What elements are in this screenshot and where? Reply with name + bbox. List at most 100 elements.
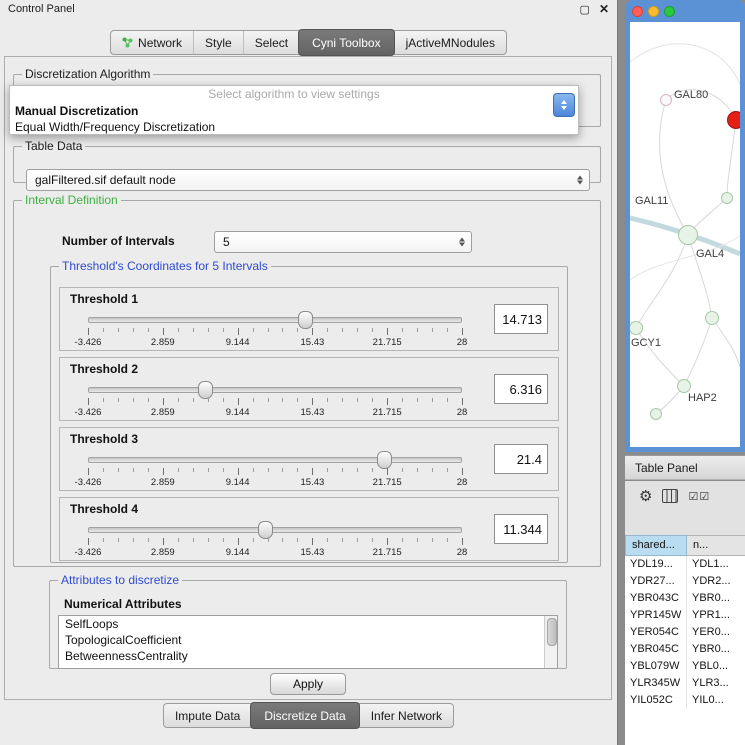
table-row[interactable]: YIL052CYIL0...: [625, 692, 745, 709]
column-header-shared-name[interactable]: shared...: [625, 535, 687, 556]
tab-cyni-toolbox[interactable]: Cyni Toolbox: [298, 29, 394, 56]
table-panel-title: Table Panel: [635, 461, 698, 475]
node-label: GAL80: [674, 89, 708, 101]
name-cell: YBL0...: [687, 658, 745, 675]
bottom-tab-infer-network[interactable]: Infer Network: [359, 704, 453, 727]
close-icon[interactable]: ✕: [599, 2, 609, 16]
attributes-list[interactable]: SelfLoopsTopologicalCoefficientBetweenne…: [58, 615, 558, 669]
slider-track: [88, 457, 462, 463]
slider-handle[interactable]: [198, 381, 213, 399]
threshold-slider[interactable]: -3.4262.8599.14415.4321.71528: [88, 450, 462, 488]
network-node[interactable]: [677, 379, 691, 393]
name-cell: YDR2...: [687, 573, 745, 590]
table-header-row: shared... n...: [625, 535, 745, 556]
list-scrollbar[interactable]: [544, 616, 557, 668]
table-row[interactable]: YDR27...YDR2...: [625, 573, 745, 590]
table-row[interactable]: YBR045CYBR0...: [625, 641, 745, 658]
bottom-tab-impute-data[interactable]: Impute Data: [164, 704, 251, 727]
network-node[interactable]: [705, 311, 719, 325]
tab-label: Impute Data: [175, 709, 240, 723]
tab-network[interactable]: Network: [111, 31, 193, 54]
top-tab-bar: Network StyleSelect Cyni Toolbox jActiveMNo…: [0, 30, 617, 55]
number-of-intervals-combo[interactable]: 5: [214, 231, 472, 253]
threshold-value-field[interactable]: 21.4: [494, 444, 548, 474]
scrollbar-thumb[interactable]: [547, 618, 557, 646]
network-node[interactable]: [650, 408, 662, 420]
threshold-slider[interactable]: -3.4262.8599.14415.4321.71528: [88, 310, 462, 348]
down-arrow-icon: [561, 106, 567, 110]
group-title: Discretization Algorithm: [22, 67, 153, 81]
shared-name-cell: YPR145W: [625, 607, 687, 624]
bottom-tab-discretize-data[interactable]: Discretize Data: [250, 702, 359, 729]
apply-button[interactable]: Apply: [270, 673, 346, 695]
attribute-item[interactable]: SelfLoops: [59, 616, 557, 632]
tab-select[interactable]: Select: [243, 31, 299, 54]
algorithm-option-equal-width[interactable]: Equal Width/Frequency Discretization: [10, 119, 578, 135]
slider-handle[interactable]: [377, 451, 392, 469]
name-cell: YER0...: [687, 624, 745, 641]
close-traffic-light[interactable]: [632, 6, 643, 17]
threshold-value-field[interactable]: 14.713: [494, 304, 548, 334]
threshold-slider[interactable]: -3.4262.8599.14415.4321.71528: [88, 380, 462, 418]
algorithm-option-manual[interactable]: Manual Discretization: [10, 103, 578, 119]
algorithm-dropdown-popup: Select algorithm to view settings Manual…: [9, 85, 579, 135]
node-label: GCY1: [631, 337, 661, 349]
table-row[interactable]: YBR043CYBR0...: [625, 590, 745, 607]
table-row[interactable]: YBL079WYBL0...: [625, 658, 745, 675]
attribute-item[interactable]: TopologicalCoefficient: [59, 632, 557, 648]
threshold-slider[interactable]: -3.4262.8599.14415.4321.71528: [88, 520, 462, 558]
thresholds-group: Threshold's Coordinates for 5 Intervals …: [50, 259, 568, 563]
interval-definition-group: Interval Definition Number of Intervals …: [13, 193, 601, 567]
threshold-label: Threshold 3: [70, 432, 138, 446]
settings-gear-icon[interactable]: ⚙: [639, 487, 652, 505]
tab-label: Cyni Toolbox: [312, 36, 380, 50]
shared-name-cell: YBR045C: [625, 641, 687, 658]
table-panel-header[interactable]: Table Panel: [625, 455, 745, 480]
column-header-name[interactable]: n...: [687, 535, 745, 556]
desktop: Control Panel ▢ ✕ NetworkStyleSelectCyni…: [0, 0, 745, 745]
up-arrow-icon: [561, 100, 567, 104]
table-row[interactable]: YDL19...YDL1...: [625, 556, 745, 573]
network-node[interactable]: [678, 225, 698, 245]
number-of-intervals-label: Number of Intervals: [62, 234, 175, 248]
attribute-item[interactable]: BetweennessCentrality: [59, 648, 557, 664]
tab-style[interactable]: Style: [193, 31, 243, 54]
slider-scale-labels: -3.4262.8599.14415.4321.71528: [88, 337, 462, 348]
minimize-traffic-light[interactable]: [648, 6, 659, 17]
threshold-panel-4: Threshold 4-3.4262.8599.14415.4321.71528…: [59, 497, 559, 561]
columns-icon[interactable]: [662, 489, 678, 503]
cyni-toolbox-panel: Discretization Algorithm Select algorith…: [4, 56, 612, 700]
slider-track: [88, 317, 462, 323]
network-node[interactable]: [721, 192, 733, 204]
zoom-traffic-light[interactable]: [664, 6, 675, 17]
table-data-combo-value: galFiltered.sif default node: [35, 173, 176, 187]
algorithm-placeholder: Select algorithm to view settings: [10, 86, 578, 103]
slider-handle[interactable]: [298, 311, 313, 329]
node-label: GAL4: [696, 248, 724, 260]
network-canvas[interactable]: GAL80GAL11GAL4GCY1HAP2: [630, 22, 740, 447]
group-title: Attributes to discretize: [58, 573, 182, 587]
table-row[interactable]: YLR345WYLR3...: [625, 675, 745, 692]
threshold-value-field[interactable]: 11.344: [494, 514, 548, 544]
slider-track: [88, 527, 462, 533]
table-data-combo[interactable]: galFiltered.sif default node: [26, 169, 590, 191]
numerical-attributes-label: Numerical Attributes: [64, 597, 182, 611]
group-title: Interval Definition: [22, 193, 121, 207]
threshold-value-field[interactable]: 6.316: [494, 374, 548, 404]
select-columns-icon[interactable]: ☑☑: [688, 490, 710, 503]
table-row[interactable]: YER054CYER0...: [625, 624, 745, 641]
tab-label: Network: [138, 36, 182, 50]
shared-name-cell: YER054C: [625, 624, 687, 641]
number-of-intervals-value: 5: [223, 235, 230, 249]
tab-jactivemnodules[interactable]: jActiveMNodules: [394, 31, 506, 54]
algorithm-combo-stepper[interactable]: [553, 93, 575, 117]
slider-ticks: [88, 538, 462, 546]
name-cell: YBR0...: [687, 590, 745, 607]
network-node[interactable]: [660, 94, 672, 106]
slider-handle[interactable]: [258, 521, 273, 539]
float-icon[interactable]: ▢: [580, 3, 590, 16]
group-title: Table Data: [22, 139, 85, 153]
network-node[interactable]: [727, 111, 740, 129]
table-toolbar: ⚙ ☑☑: [625, 481, 745, 511]
table-row[interactable]: YPR145WYPR1...: [625, 607, 745, 624]
